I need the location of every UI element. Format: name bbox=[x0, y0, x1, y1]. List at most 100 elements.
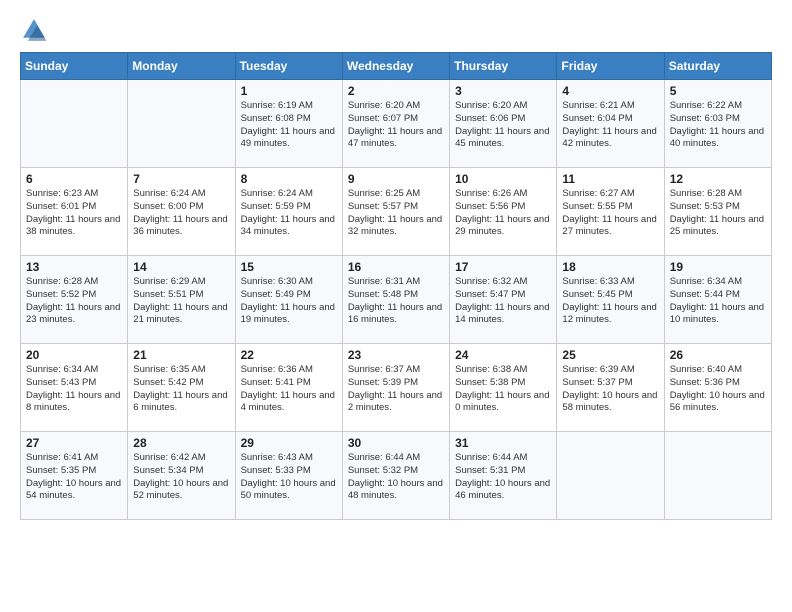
calendar-week-row: 6 Sunrise: 6:23 AM Sunset: 6:01 PM Daylig… bbox=[21, 168, 772, 256]
calendar-cell: 3 Sunrise: 6:20 AM Sunset: 6:06 PM Daylig… bbox=[450, 80, 557, 168]
calendar-cell: 6 Sunrise: 6:23 AM Sunset: 6:01 PM Daylig… bbox=[21, 168, 128, 256]
day-detail: Sunrise: 6:34 AM Sunset: 5:43 PM Dayligh… bbox=[26, 364, 122, 415]
day-detail: Sunrise: 6:19 AM Sunset: 6:08 PM Dayligh… bbox=[241, 100, 337, 151]
day-detail: Sunrise: 6:44 AM Sunset: 5:31 PM Dayligh… bbox=[455, 452, 551, 503]
day-number: 13 bbox=[26, 260, 122, 274]
calendar-cell: 19 Sunrise: 6:34 AM Sunset: 5:44 PM Dayli… bbox=[664, 256, 771, 344]
day-number: 30 bbox=[348, 436, 444, 450]
calendar-cell: 21 Sunrise: 6:35 AM Sunset: 5:42 PM Dayli… bbox=[128, 344, 235, 432]
day-number: 18 bbox=[562, 260, 658, 274]
day-detail: Sunrise: 6:43 AM Sunset: 5:33 PM Dayligh… bbox=[241, 452, 337, 503]
calendar-cell: 16 Sunrise: 6:31 AM Sunset: 5:48 PM Dayli… bbox=[342, 256, 449, 344]
day-number: 31 bbox=[455, 436, 551, 450]
calendar-cell: 1 Sunrise: 6:19 AM Sunset: 6:08 PM Daylig… bbox=[235, 80, 342, 168]
day-detail: Sunrise: 6:42 AM Sunset: 5:34 PM Dayligh… bbox=[133, 452, 229, 503]
day-number: 11 bbox=[562, 172, 658, 186]
day-number: 16 bbox=[348, 260, 444, 274]
day-detail: Sunrise: 6:41 AM Sunset: 5:35 PM Dayligh… bbox=[26, 452, 122, 503]
calendar-week-row: 1 Sunrise: 6:19 AM Sunset: 6:08 PM Daylig… bbox=[21, 80, 772, 168]
day-detail: Sunrise: 6:36 AM Sunset: 5:41 PM Dayligh… bbox=[241, 364, 337, 415]
day-number: 19 bbox=[670, 260, 766, 274]
day-number: 2 bbox=[348, 84, 444, 98]
day-detail: Sunrise: 6:21 AM Sunset: 6:04 PM Dayligh… bbox=[562, 100, 658, 151]
calendar-cell: 13 Sunrise: 6:28 AM Sunset: 5:52 PM Dayli… bbox=[21, 256, 128, 344]
day-detail: Sunrise: 6:26 AM Sunset: 5:56 PM Dayligh… bbox=[455, 188, 551, 239]
day-number: 8 bbox=[241, 172, 337, 186]
calendar-cell: 29 Sunrise: 6:43 AM Sunset: 5:33 PM Dayli… bbox=[235, 432, 342, 520]
day-number: 14 bbox=[133, 260, 229, 274]
weekday-header-saturday: Saturday bbox=[664, 53, 771, 80]
day-detail: Sunrise: 6:28 AM Sunset: 5:52 PM Dayligh… bbox=[26, 276, 122, 327]
day-number: 26 bbox=[670, 348, 766, 362]
weekday-header-row: SundayMondayTuesdayWednesdayThursdayFrid… bbox=[21, 53, 772, 80]
day-number: 12 bbox=[670, 172, 766, 186]
day-number: 4 bbox=[562, 84, 658, 98]
day-number: 20 bbox=[26, 348, 122, 362]
day-detail: Sunrise: 6:23 AM Sunset: 6:01 PM Dayligh… bbox=[26, 188, 122, 239]
calendar-body: 1 Sunrise: 6:19 AM Sunset: 6:08 PM Daylig… bbox=[21, 80, 772, 520]
calendar-week-row: 27 Sunrise: 6:41 AM Sunset: 5:35 PM Dayli… bbox=[21, 432, 772, 520]
calendar-week-row: 20 Sunrise: 6:34 AM Sunset: 5:43 PM Dayli… bbox=[21, 344, 772, 432]
day-detail: Sunrise: 6:20 AM Sunset: 6:06 PM Dayligh… bbox=[455, 100, 551, 151]
day-number: 24 bbox=[455, 348, 551, 362]
weekday-header-tuesday: Tuesday bbox=[235, 53, 342, 80]
day-detail: Sunrise: 6:35 AM Sunset: 5:42 PM Dayligh… bbox=[133, 364, 229, 415]
calendar-cell: 17Sunrise: 6:32 AM Sunset: 5:47 PM Dayli… bbox=[450, 256, 557, 344]
calendar-cell: 8 Sunrise: 6:24 AM Sunset: 5:59 PM Daylig… bbox=[235, 168, 342, 256]
logo-icon bbox=[20, 16, 48, 44]
day-number: 23 bbox=[348, 348, 444, 362]
day-detail: Sunrise: 6:31 AM Sunset: 5:48 PM Dayligh… bbox=[348, 276, 444, 327]
calendar-cell: 30 Sunrise: 6:44 AM Sunset: 5:32 PM Dayli… bbox=[342, 432, 449, 520]
calendar-cell: 2 Sunrise: 6:20 AM Sunset: 6:07 PM Daylig… bbox=[342, 80, 449, 168]
calendar-cell: 23Sunrise: 6:37 AM Sunset: 5:39 PM Dayli… bbox=[342, 344, 449, 432]
day-detail: Sunrise: 6:44 AM Sunset: 5:32 PM Dayligh… bbox=[348, 452, 444, 503]
day-number: 22 bbox=[241, 348, 337, 362]
calendar-cell: 12 Sunrise: 6:28 AM Sunset: 5:53 PM Dayli… bbox=[664, 168, 771, 256]
calendar-cell: 7Sunrise: 6:24 AM Sunset: 6:00 PM Daylig… bbox=[128, 168, 235, 256]
weekday-header-sunday: Sunday bbox=[21, 53, 128, 80]
calendar-cell: 20 Sunrise: 6:34 AM Sunset: 5:43 PM Dayli… bbox=[21, 344, 128, 432]
calendar-cell: 31 Sunrise: 6:44 AM Sunset: 5:31 PM Dayli… bbox=[450, 432, 557, 520]
calendar-cell: 15Sunrise: 6:30 AM Sunset: 5:49 PM Dayli… bbox=[235, 256, 342, 344]
day-number: 28 bbox=[133, 436, 229, 450]
day-detail: Sunrise: 6:27 AM Sunset: 5:55 PM Dayligh… bbox=[562, 188, 658, 239]
calendar-cell: 14Sunrise: 6:29 AM Sunset: 5:51 PM Dayli… bbox=[128, 256, 235, 344]
day-number: 27 bbox=[26, 436, 122, 450]
day-detail: Sunrise: 6:24 AM Sunset: 5:59 PM Dayligh… bbox=[241, 188, 337, 239]
day-number: 25 bbox=[562, 348, 658, 362]
calendar-week-row: 13 Sunrise: 6:28 AM Sunset: 5:52 PM Dayli… bbox=[21, 256, 772, 344]
calendar-cell: 25 Sunrise: 6:39 AM Sunset: 5:37 PM Dayli… bbox=[557, 344, 664, 432]
day-number: 3 bbox=[455, 84, 551, 98]
day-detail: Sunrise: 6:25 AM Sunset: 5:57 PM Dayligh… bbox=[348, 188, 444, 239]
day-number: 9 bbox=[348, 172, 444, 186]
day-number: 6 bbox=[26, 172, 122, 186]
calendar-cell: 4 Sunrise: 6:21 AM Sunset: 6:04 PM Daylig… bbox=[557, 80, 664, 168]
calendar-cell: 18 Sunrise: 6:33 AM Sunset: 5:45 PM Dayli… bbox=[557, 256, 664, 344]
weekday-header-monday: Monday bbox=[128, 53, 235, 80]
calendar-cell: 10 Sunrise: 6:26 AM Sunset: 5:56 PM Dayli… bbox=[450, 168, 557, 256]
day-detail: Sunrise: 6:39 AM Sunset: 5:37 PM Dayligh… bbox=[562, 364, 658, 415]
day-detail: Sunrise: 6:33 AM Sunset: 5:45 PM Dayligh… bbox=[562, 276, 658, 327]
weekday-header-thursday: Thursday bbox=[450, 53, 557, 80]
day-detail: Sunrise: 6:24 AM Sunset: 6:00 PM Dayligh… bbox=[133, 188, 229, 239]
calendar-cell: 26Sunrise: 6:40 AM Sunset: 5:36 PM Dayli… bbox=[664, 344, 771, 432]
day-number: 10 bbox=[455, 172, 551, 186]
calendar-cell: 24 Sunrise: 6:38 AM Sunset: 5:38 PM Dayli… bbox=[450, 344, 557, 432]
day-number: 21 bbox=[133, 348, 229, 362]
calendar-cell: 9 Sunrise: 6:25 AM Sunset: 5:57 PM Daylig… bbox=[342, 168, 449, 256]
calendar-cell: 28 Sunrise: 6:42 AM Sunset: 5:34 PM Dayli… bbox=[128, 432, 235, 520]
day-detail: Sunrise: 6:34 AM Sunset: 5:44 PM Dayligh… bbox=[670, 276, 766, 327]
calendar-cell: 27 Sunrise: 6:41 AM Sunset: 5:35 PM Dayli… bbox=[21, 432, 128, 520]
day-detail: Sunrise: 6:38 AM Sunset: 5:38 PM Dayligh… bbox=[455, 364, 551, 415]
calendar-cell bbox=[664, 432, 771, 520]
day-detail: Sunrise: 6:20 AM Sunset: 6:07 PM Dayligh… bbox=[348, 100, 444, 151]
day-number: 1 bbox=[241, 84, 337, 98]
day-number: 5 bbox=[670, 84, 766, 98]
day-detail: Sunrise: 6:28 AM Sunset: 5:53 PM Dayligh… bbox=[670, 188, 766, 239]
day-detail: Sunrise: 6:32 AM Sunset: 5:47 PM Dayligh… bbox=[455, 276, 551, 327]
day-number: 29 bbox=[241, 436, 337, 450]
calendar-table: SundayMondayTuesdayWednesdayThursdayFrid… bbox=[20, 52, 772, 520]
calendar-header: SundayMondayTuesdayWednesdayThursdayFrid… bbox=[21, 53, 772, 80]
calendar-cell bbox=[128, 80, 235, 168]
logo bbox=[20, 16, 52, 44]
